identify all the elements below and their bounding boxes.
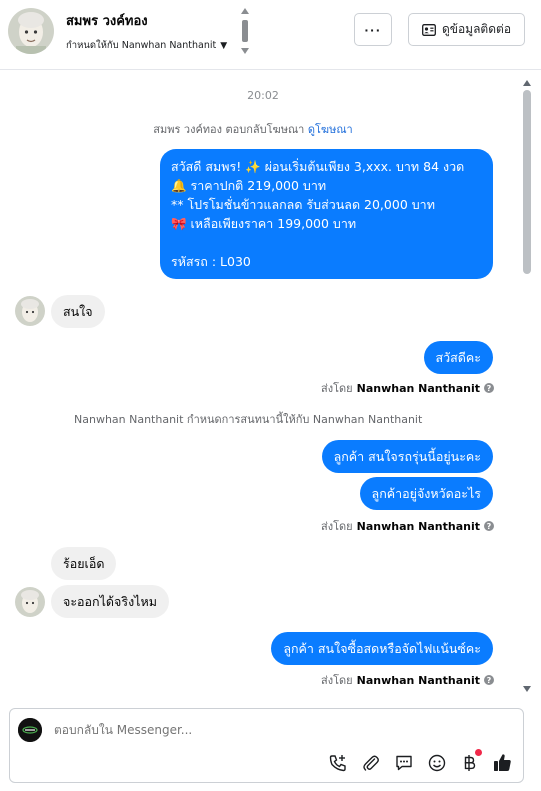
contact-name[interactable]: สมพร วงค์ทอง	[66, 10, 148, 31]
contact-card-icon	[422, 23, 436, 36]
ad-reply-note: สมพร วงค์ทอง ตอบกลับโฆษณา ดูโฆษณา	[0, 120, 506, 138]
notification-dot	[475, 749, 482, 756]
incoming-message[interactable]: จะออกได้จริงไหม	[51, 585, 169, 618]
sent-by-prefix: ส่งโดย	[321, 674, 353, 687]
contact-avatar[interactable]	[8, 8, 54, 54]
assignee-dropdown[interactable]: กำหนดให้กับ Nanwhan Nanthanit ▼	[66, 38, 227, 53]
view-contact-button[interactable]: ดูข้อมูลติดต่อ	[408, 13, 525, 46]
outgoing-message[interactable]: ลูกค้า สนใจรถรุ่นนี้อยู่นะคะ	[321, 440, 493, 473]
ad-reply-note-text: สมพร วงค์ทอง ตอบกลับโฆษณา	[153, 123, 305, 136]
ad-line-5	[171, 233, 482, 252]
emoji-icon[interactable]	[426, 752, 447, 773]
view-contact-label: ดูข้อมูลติดต่อ	[441, 22, 512, 36]
sent-by-name: Nanwhan Nanthanit	[356, 519, 480, 533]
ad-line-2: 🔔 ราคาปกติ 219,000 บาท	[171, 178, 327, 193]
paperclip-icon[interactable]	[360, 752, 381, 773]
incoming-message[interactable]: ร้อยเอ็ด	[51, 547, 117, 580]
thumbs-up-icon[interactable]	[492, 752, 513, 773]
saved-reply-icon[interactable]	[393, 752, 414, 773]
phone-plus-icon[interactable]	[327, 752, 348, 773]
ad-line-4: 🎀 เหลือเพียงราคา 199,000 บาท	[171, 216, 357, 231]
contact-avatar-small[interactable]	[15, 587, 45, 617]
help-icon[interactable]: ?	[484, 521, 494, 531]
nav-bar	[242, 20, 248, 42]
caret-down-icon: ▼	[220, 40, 228, 51]
sent-by-name: Nanwhan Nanthanit	[356, 673, 480, 687]
conversation-nav-arrows[interactable]	[239, 8, 251, 54]
assignee-label: กำหนดให้กับ Nanwhan Nanthanit	[66, 40, 217, 51]
incoming-message[interactable]: สนใจ	[51, 295, 105, 328]
scrollbar[interactable]	[521, 80, 533, 692]
sent-by-name: Nanwhan Nanthanit	[356, 381, 480, 395]
outgoing-message[interactable]: ลูกค้าอยู่จังหวัดอะไร	[359, 477, 493, 510]
sent-by-info: ส่งโดย Nanwhan Nanthanit ?	[321, 517, 494, 535]
reply-input[interactable]	[54, 723, 474, 737]
more-options-button[interactable]: ···	[354, 13, 392, 46]
message-timestamp: 20:02	[247, 89, 279, 102]
message-composer	[9, 708, 524, 783]
scroll-down-icon[interactable]	[523, 686, 531, 692]
arrow-down-icon[interactable]	[241, 48, 249, 54]
assignment-note: Nanwhan Nanthanit กำหนดการสนทนานี้ให้กับ…	[74, 413, 423, 426]
page-avatar	[18, 718, 42, 742]
scroll-up-icon[interactable]	[523, 80, 531, 86]
ad-line-1: สวัสดี สมพร! ✨ ผ่อนเริ่มต้นเพียง 3,xxx. …	[171, 159, 465, 174]
sent-by-prefix: ส่งโดย	[321, 382, 353, 395]
sent-by-prefix: ส่งโดย	[321, 520, 353, 533]
sent-by-info: ส่งโดย Nanwhan Nanthanit ?	[321, 379, 494, 397]
help-icon[interactable]: ?	[484, 383, 494, 393]
ad-line-6: รหัสรถ : L030	[171, 254, 251, 269]
sent-by-info: ส่งโดย Nanwhan Nanthanit ?	[321, 671, 494, 689]
outgoing-message[interactable]: ลูกค้า สนใจซื้อสดหรือจัดไฟแน้นซ์คะ	[271, 632, 493, 665]
help-icon[interactable]: ?	[484, 675, 494, 685]
scroll-thumb[interactable]	[523, 90, 531, 274]
conversation-header: สมพร วงค์ทอง กำหนดให้กับ Nanwhan Nanthan…	[0, 0, 541, 70]
ad-line-3: ** โปรโมชั่นข้าวแลกลด รับส่วนลด 20,000 บ…	[171, 197, 435, 212]
view-ad-link[interactable]: ดูโฆษณา	[308, 123, 353, 136]
composer-toolbar	[327, 749, 513, 773]
ad-message-bubble[interactable]: สวัสดี สมพร! ✨ ผ่อนเริ่มต้นเพียง 3,xxx. …	[160, 149, 493, 279]
arrow-up-icon[interactable]	[241, 8, 249, 14]
baht-icon[interactable]	[459, 749, 482, 773]
contact-avatar-small[interactable]	[15, 296, 45, 326]
outgoing-message[interactable]: สวัสดีคะ	[423, 341, 493, 374]
